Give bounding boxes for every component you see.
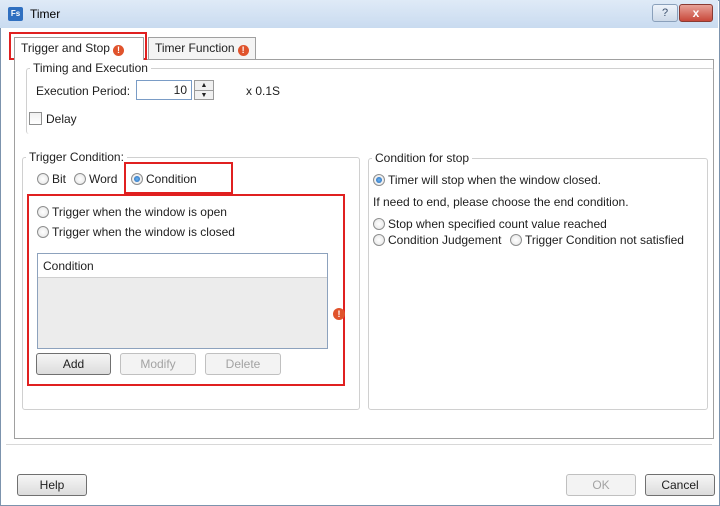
radio-stop-judgement[interactable]: [373, 234, 385, 246]
tab-label: Timer Function: [155, 41, 235, 55]
radio-stop-count[interactable]: [373, 218, 385, 230]
execution-period-input[interactable]: 10: [136, 80, 192, 100]
delay-label: Delay: [46, 112, 77, 126]
modify-button[interactable]: Modify: [120, 353, 196, 375]
stop-count-label: Stop when specified count value reached: [388, 217, 607, 231]
warning-icon: !: [112, 45, 124, 56]
warning-icon: !: [333, 308, 345, 320]
stop-not-satisfied-label: Trigger Condition not satisfied: [525, 233, 684, 247]
spin-down-icon[interactable]: ▼: [195, 90, 213, 99]
stop-hint-text: If need to end, please choose the end co…: [373, 195, 629, 209]
trigger-condition-title: Trigger Condition:: [26, 150, 127, 164]
radio-trigger-closed[interactable]: [37, 226, 49, 238]
trigger-open-label: Trigger when the window is open: [52, 205, 227, 219]
trigger-closed-label: Trigger when the window is closed: [52, 225, 235, 239]
period-unit-label: x 0.1S: [246, 84, 281, 98]
help-window-button[interactable]: ?: [652, 4, 678, 22]
radio-stop-window-closed[interactable]: [373, 174, 385, 186]
execution-period-spinner[interactable]: ▲ ▼: [194, 80, 214, 100]
tab-trigger-and-stop[interactable]: Trigger and Stop!: [14, 37, 144, 60]
footer-divider: [6, 444, 712, 445]
window-title: Timer: [30, 7, 61, 21]
delete-button[interactable]: Delete: [205, 353, 281, 375]
radio-bit-label: Bit: [52, 172, 67, 186]
cancel-button[interactable]: Cancel: [645, 474, 715, 496]
stop-condition-title: Condition for stop: [372, 151, 473, 165]
stop-window-closed-label: Timer will stop when the window closed.: [388, 173, 601, 187]
radio-stop-not-satisfied[interactable]: [510, 234, 522, 246]
spin-up-icon[interactable]: ▲: [195, 81, 213, 90]
delay-checkbox[interactable]: [29, 112, 42, 125]
radio-bit[interactable]: [37, 173, 49, 185]
radio-trigger-open[interactable]: [37, 206, 49, 218]
stop-judgement-label: Condition Judgement: [388, 233, 502, 247]
radio-word[interactable]: [74, 173, 86, 185]
warning-icon: !: [237, 45, 249, 56]
app-icon: Fs: [8, 7, 23, 21]
close-window-button[interactable]: x: [679, 4, 713, 22]
tab-timer-function[interactable]: Timer Function!: [148, 37, 256, 59]
ok-button[interactable]: OK: [566, 474, 636, 496]
execution-period-label: Execution Period:: [36, 84, 131, 98]
radio-word-label: Word: [89, 172, 118, 186]
condition-column-header[interactable]: Condition: [38, 254, 327, 278]
highlight-box: [124, 162, 233, 194]
timing-group: [26, 68, 714, 134]
timing-group-title: Timing and Execution: [30, 61, 151, 75]
title-bar[interactable]: [0, 0, 718, 28]
add-button[interactable]: Add: [36, 353, 111, 375]
tab-label: Trigger and Stop: [21, 41, 110, 55]
help-button[interactable]: Help: [17, 474, 87, 496]
